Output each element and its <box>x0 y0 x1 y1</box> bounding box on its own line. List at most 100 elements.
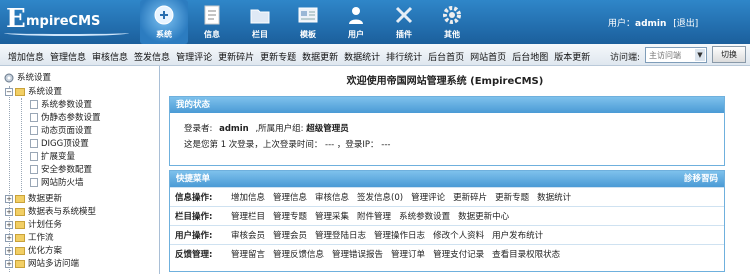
nav-template[interactable]: 模板 <box>284 0 332 44</box>
ops-link[interactable]: 管理留言 <box>231 248 265 260</box>
quick-menu-right-link[interactable]: 診移習码 <box>684 171 718 187</box>
ops-link[interactable]: 管理栏目 <box>231 210 265 222</box>
chevron-down-icon: ▼ <box>695 49 705 61</box>
quick-link[interactable]: 后台首页 <box>428 50 464 63</box>
login-label: 登录者: <box>184 124 213 134</box>
nav-label: 插件 <box>396 30 412 39</box>
tree-node-tables-models[interactable]: + 数据表与系统模型 <box>5 206 96 218</box>
page-icon <box>30 178 38 187</box>
tree-item-digg[interactable]: DIGG顶设置 <box>30 138 89 150</box>
tree-node-data-update[interactable]: + 数据更新 <box>5 193 62 205</box>
ops-link[interactable]: 管理信息 <box>273 191 307 203</box>
ops-link[interactable]: 用户发布统计 <box>492 229 543 241</box>
nav-column[interactable]: 栏目 <box>236 0 284 44</box>
ops-link[interactable]: 管理订单 <box>391 248 425 260</box>
ops-link[interactable]: 系统参数设置 <box>399 210 450 222</box>
tree-node-multi-access[interactable]: + 网站多访问端 <box>5 258 79 270</box>
ops-link[interactable]: 管理评论 <box>411 191 445 203</box>
ops-head: 信息操作: <box>175 193 213 203</box>
visit-label: 访问端: <box>610 53 641 63</box>
ops-link[interactable]: 管理操作日志 <box>374 229 425 241</box>
tree-node-system-settings[interactable]: − 系统设置 <box>5 86 62 98</box>
nav-plugin[interactable]: 插件 <box>380 0 428 44</box>
quick-link[interactable]: 管理评论 <box>176 50 212 63</box>
page-icon <box>30 165 38 174</box>
expand-icon[interactable]: + <box>5 220 13 229</box>
nav-label: 用户 <box>348 30 364 39</box>
nav-other[interactable]: 其他 <box>428 0 476 44</box>
quick-link[interactable]: 更新专题 <box>260 50 296 63</box>
expand-icon[interactable]: + <box>5 194 13 203</box>
nav-user[interactable]: 用户 <box>332 0 380 44</box>
expand-icon[interactable]: + <box>5 246 13 255</box>
ops-link[interactable]: 附件管理 <box>357 210 391 222</box>
ops-link[interactable]: 管理支付记录 <box>433 248 484 260</box>
expand-icon[interactable]: + <box>5 259 13 268</box>
tree-item-security[interactable]: 安全参数配置 <box>30 164 92 176</box>
ops-link[interactable]: 查看目录权限状态 <box>492 248 560 260</box>
quick-link[interactable]: 版本更新 <box>554 50 590 63</box>
tree-item-dynamic-page[interactable]: 动态页面设置 <box>30 125 92 137</box>
system-icon <box>153 4 175 26</box>
ops-link[interactable]: 审核会员 <box>231 229 265 241</box>
tree-node-schedule[interactable]: + 计划任务 <box>5 219 62 231</box>
quick-link[interactable]: 后台地图 <box>512 50 548 63</box>
login-user: admin <box>219 124 249 134</box>
quick-link[interactable]: 排行统计 <box>386 50 422 63</box>
quick-link[interactable]: 更新碎片 <box>218 50 254 63</box>
ops-link[interactable]: 数据统计 <box>537 191 571 203</box>
nav-system[interactable]: 系统 <box>140 0 188 44</box>
main-content: 欢迎使用帝国网站管理系统 (EmpireCMS) 我的状态 登录者: admin… <box>165 66 750 274</box>
ops-link[interactable]: 管理登陆日志 <box>315 229 366 241</box>
quick-link[interactable]: 管理信息 <box>50 50 86 63</box>
tree-node-optimize[interactable]: + 优化方案 <box>5 245 62 257</box>
quick-link[interactable]: 签发信息 <box>134 50 170 63</box>
tree-label: 伪静态参数设置 <box>41 113 101 123</box>
ops-link[interactable]: 审核信息 <box>315 191 349 203</box>
status-panel: 我的状态 登录者: admin ,所属用户组: 超级管理员 这是您第 1 次登录… <box>169 96 725 166</box>
tree-node-workflow[interactable]: + 工作流 <box>5 232 54 244</box>
page-icon <box>30 113 38 122</box>
tree-item-system-params[interactable]: 系统参数设置 <box>30 99 92 111</box>
ops-link[interactable]: 管理会员 <box>273 229 307 241</box>
main-nav: 系统 信息 栏目 模板 用户 插件 其他 <box>140 0 476 44</box>
ops-head: 用户操作: <box>175 231 213 241</box>
tree-item-extend-vars[interactable]: 扩展变量 <box>30 151 75 163</box>
quick-link[interactable]: 网站首页 <box>470 50 506 63</box>
tree-label: 计划任务 <box>28 220 63 230</box>
expand-icon[interactable]: + <box>5 233 13 242</box>
group-name: 超级管理员 <box>306 124 349 134</box>
ops-link[interactable]: 修改个人资料 <box>433 229 484 241</box>
quick-link[interactable]: 数据更新 <box>302 50 338 63</box>
collapse-icon[interactable]: − <box>5 87 13 96</box>
tree-label: 系统参数设置 <box>41 100 93 110</box>
page-icon <box>30 100 38 109</box>
ops-link[interactable]: 数据更新中心 <box>458 210 509 222</box>
ops-link[interactable]: 签发信息(0) <box>357 191 403 203</box>
expand-icon[interactable]: + <box>5 207 13 216</box>
user-prefix: 用户： <box>608 19 636 29</box>
tree-item-rewrite-params[interactable]: 伪静态参数设置 <box>30 112 101 124</box>
quick-link[interactable]: 数据统计 <box>344 50 380 63</box>
visit-select[interactable]: 主访问端 ▼ <box>645 47 707 63</box>
ops-link[interactable]: 增加信息 <box>231 191 265 203</box>
logo-swoosh <box>4 30 129 36</box>
gear-icon <box>4 73 14 82</box>
ops-link[interactable]: 更新碎片 <box>453 191 487 203</box>
tree-root-system-settings[interactable]: 系统设置 <box>4 72 51 84</box>
ops-link[interactable]: 管理采集 <box>315 210 349 222</box>
ops-link[interactable]: 管理错误报告 <box>332 248 383 260</box>
ops-link[interactable]: 管理专题 <box>273 210 307 222</box>
switch-button[interactable]: 切换 <box>712 46 746 63</box>
quick-link[interactable]: 增加信息 <box>8 50 44 63</box>
nav-info[interactable]: 信息 <box>188 0 236 44</box>
logout-link[interactable]: [退出] <box>673 19 698 29</box>
ops-link[interactable]: 管理反馈信息 <box>273 248 324 260</box>
ops-link[interactable]: 更新专题 <box>495 191 529 203</box>
nav-label: 其他 <box>444 30 460 39</box>
sidebar-tree: 系统设置 − 系统设置 系统参数设置 伪静态参数设置 动态页面设置 DIGG顶设置… <box>0 66 160 274</box>
tree-item-firewall[interactable]: 网站防火墙 <box>30 177 84 189</box>
logo-text: mpireCMS <box>26 14 101 29</box>
user-name: admin <box>635 19 667 29</box>
quick-link[interactable]: 审核信息 <box>92 50 128 63</box>
